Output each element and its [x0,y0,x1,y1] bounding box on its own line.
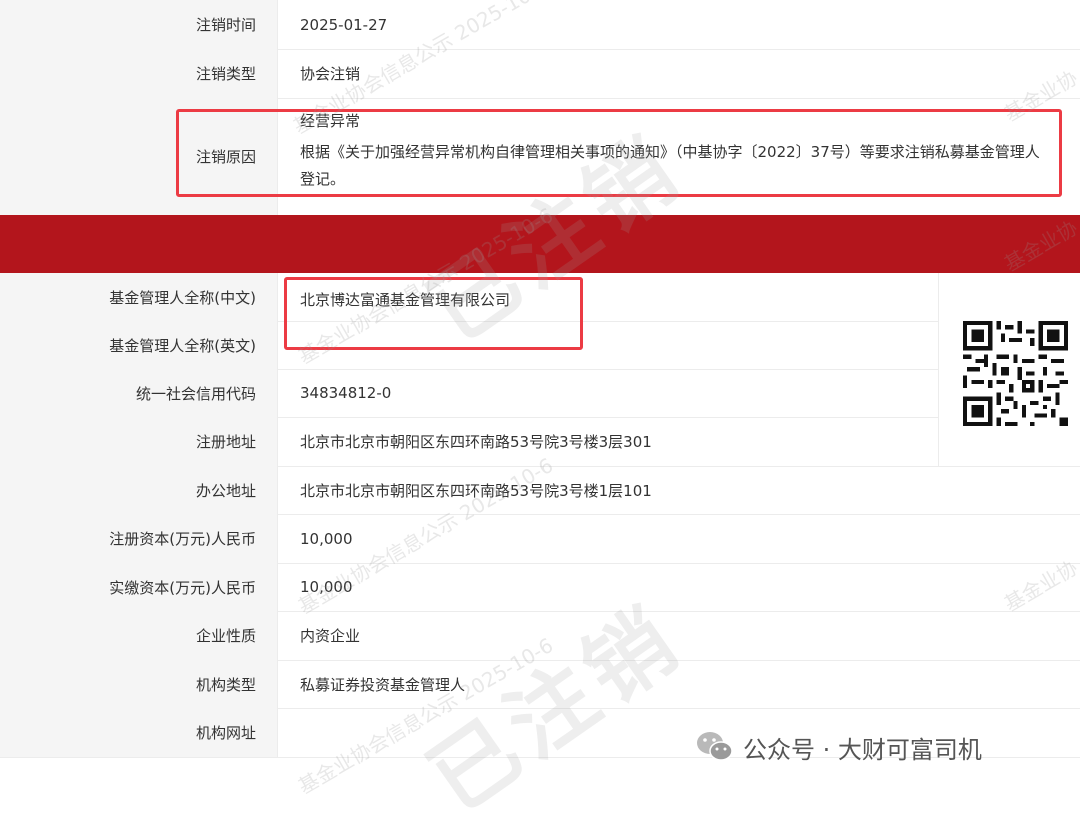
footer-text: 公众号 · 大财可富司机 [743,735,982,764]
row-value: 2025-01-27 [300,15,388,34]
row-value: 协会注销 [300,65,361,83]
row-label: 注册资本(万元)人民币 [0,514,278,563]
row-label: 注册地址 [0,417,278,466]
info-row: 注销类型 协会注销 [0,49,1080,99]
row-label: 基金管理人全称(中文) [0,273,278,321]
info-row: 注销时间 2025-01-27 [0,0,1080,50]
row-value: 内资企业 [300,627,361,645]
qr-code-image [963,321,1068,426]
row-label: 注销时间 [0,0,278,49]
row-label: 统一社会信用代码 [0,369,278,417]
reason-detail: 根据《关于加强经营异常机构自律管理相关事项的通知》（中基协字〔2022〕37号）… [300,143,1040,188]
info-row: 实缴资本(万元)人民币 10,000 [0,563,1080,612]
info-row: 注册资本(万元)人民币 10,000 [0,514,1080,564]
row-label: 机构类型 [0,660,278,708]
info-row: 机构类型 私募证券投资基金管理人 [0,660,1080,709]
info-row: 基金管理人全称(中文) 北京博达富通基金管理有限公司 [0,273,938,322]
row-label: 注销原因 [0,98,278,215]
row-value [300,321,938,369]
info-row: 基金管理人全称(英文) [0,321,938,370]
row-value: 北京博达富通基金管理有限公司 [300,291,511,309]
section-divider-band [0,215,1080,273]
info-row: 办公地址 北京市北京市朝阳区东四环南路53号院3号楼1层101 [0,466,1080,515]
info-row: 统一社会信用代码 34834812-0 [0,369,938,418]
row-label: 办公地址 [0,466,278,514]
info-row: 注册地址 北京市北京市朝阳区东四环南路53号院3号楼3层301 [0,417,938,467]
reason-title: 经营异常 [300,112,361,130]
row-label: 注销类型 [0,49,278,98]
wechat-icon [697,732,733,761]
row-label: 实缴资本(万元)人民币 [0,563,278,611]
row-label: 企业性质 [0,611,278,660]
reason-row: 注销原因 经营异常 根据《关于加强经营异常机构自律管理相关事项的通知》（中基协字… [0,98,1080,215]
row-value: 私募证券投资基金管理人 [300,675,466,694]
row-value: 10,000 [300,578,353,596]
row-value: 北京市北京市朝阳区东四环南路53号院3号楼3层301 [300,433,652,451]
info-row: 企业性质 内资企业 [0,611,1080,661]
row-label: 基金管理人全称(英文) [0,321,278,369]
row-value: 34834812-0 [300,384,392,402]
row-value: 10,000 [300,529,353,548]
reason-text: 经营异常 根据《关于加强经营异常机构自律管理相关事项的通知》（中基协字〔2022… [300,112,1050,193]
row-label: 机构网址 [0,708,278,757]
wechat-account-footer: 公众号 · 大财可富司机 [695,727,982,767]
row-value: 北京市北京市朝阳区东四环南路53号院3号楼1层101 [300,481,652,500]
